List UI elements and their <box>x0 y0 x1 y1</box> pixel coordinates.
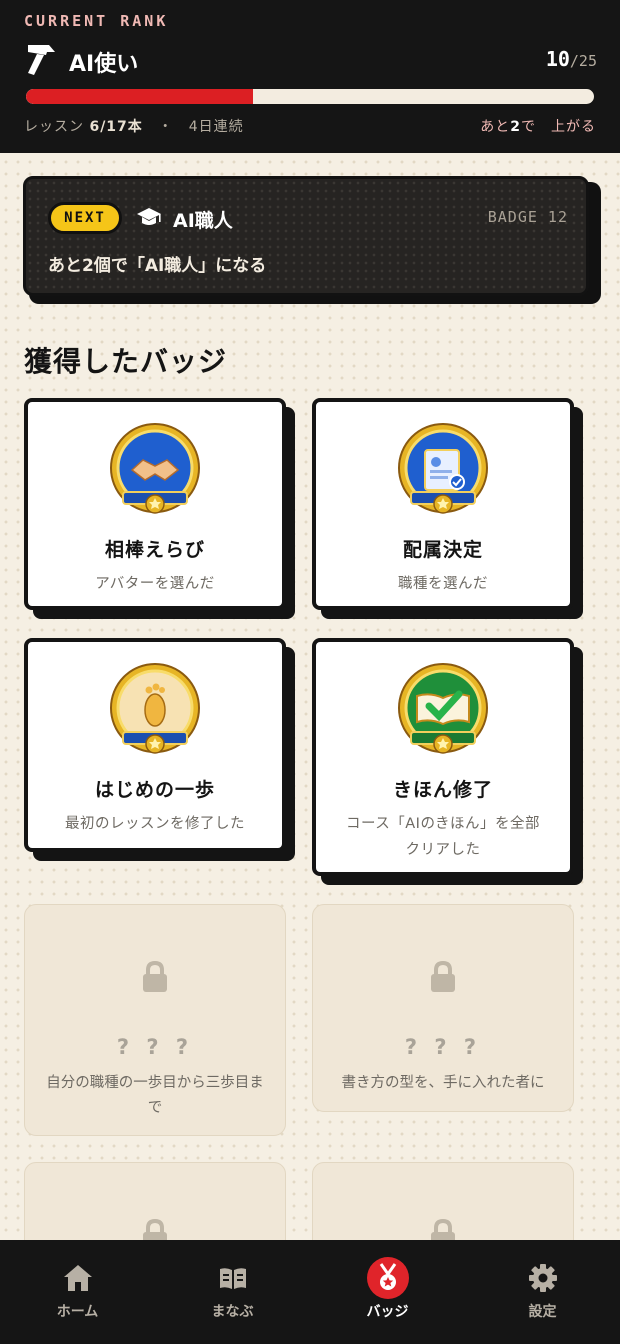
lesson-stats: レッスン 6/17本 ・ 4日連続 <box>24 116 244 136</box>
tab-label: 設定 <box>528 1304 557 1320</box>
badge-description: コース「AIのきほん」を全部クリアした <box>345 816 541 858</box>
bottom-tab-bar: ホーム まなぶ バッジ 設定 <box>0 1240 620 1344</box>
next-description: あと2個で「AI職人」になる <box>48 256 267 276</box>
footprint-medal-icon <box>110 663 200 754</box>
badge-description: 最初のレッスンを修了した <box>65 816 245 832</box>
next-pill: NEXT <box>48 202 122 234</box>
tab-label: バッジ <box>366 1304 409 1320</box>
tab-label: まなぶ <box>211 1304 254 1320</box>
locked-badge-hint: 自分の職種の一歩目から三歩目まで <box>46 1075 264 1116</box>
tab-label: ホーム <box>56 1304 99 1320</box>
streak-value: 4日連続 <box>188 119 244 135</box>
locked-badge-card[interactable]: ? ? ? 書き方の型を、手に入れた者に <box>312 904 574 1112</box>
home-icon <box>63 1265 92 1291</box>
locked-badge-name: ? ? ? <box>116 1035 194 1059</box>
handshake-medal-icon <box>110 423 200 514</box>
remaining-prefix: あと <box>480 119 511 135</box>
book-check-medal-icon <box>398 663 488 754</box>
remaining-suffix: で 上がる <box>521 119 596 135</box>
next-title: AI職人 <box>173 210 233 232</box>
badge-name: きほん修了 <box>392 779 493 801</box>
badge-card[interactable]: 配属決定 職種を選んだ <box>312 398 583 619</box>
lock-icon <box>431 960 455 992</box>
rank-progress-fill <box>26 89 254 104</box>
lessons-value: 6/17本 <box>89 119 143 135</box>
tab-badges[interactable]: バッジ <box>310 1240 465 1344</box>
tab-home[interactable]: ホーム <box>0 1240 155 1344</box>
rank-total: /25 <box>569 52 597 70</box>
badge-card[interactable]: 相棒えらび アバターを選んだ <box>24 398 295 619</box>
badge-description: 職種を選んだ <box>398 576 488 592</box>
tab-learn[interactable]: まなぶ <box>155 1240 310 1344</box>
rank-count: 10/25 <box>546 47 597 71</box>
rank-progress-bar <box>26 89 594 104</box>
rank-header: CURRENT RANK AI使い 10/25 レッスン 6/17本 ・ 4日連… <box>0 0 620 153</box>
gear-icon <box>528 1264 557 1292</box>
badge-card[interactable]: はじめの一歩 最初のレッスンを修了した <box>24 638 295 861</box>
rank-caption: CURRENT RANK <box>24 12 169 30</box>
next-rank-card[interactable]: NEXT AI職人 BADGE 12 あと2個で「AI職人」になる <box>23 176 601 304</box>
locked-badge-card[interactable]: ? ? ? 自分の職種の一歩目から三歩目まで <box>24 904 286 1136</box>
badge-card[interactable]: きほん修了 コース「AIのきほん」を全部クリアした <box>312 638 583 885</box>
tab-settings[interactable]: 設定 <box>465 1240 620 1344</box>
lessons-label: レッスン <box>24 119 84 135</box>
book-icon <box>219 1268 246 1289</box>
badge-name: 配属決定 <box>402 539 483 561</box>
rank-current: 10 <box>545 47 570 71</box>
stats-separator: ・ <box>158 119 174 135</box>
remaining-count: 2 <box>510 119 521 135</box>
locked-badge-hint: 書き方の型を、手に入れた者に <box>341 1075 545 1091</box>
locked-badge-name: ? ? ? <box>404 1035 482 1059</box>
earned-badges-heading: 獲得したバッジ <box>24 345 228 378</box>
badge-name: はじめの一歩 <box>94 779 215 801</box>
graduation-cap-icon <box>137 208 161 225</box>
lock-icon <box>143 960 167 992</box>
badge-name: 相棒えらび <box>104 539 205 561</box>
badge-description: アバターを選んだ <box>95 576 215 592</box>
rank-remaining: あと2で 上がる <box>480 116 596 136</box>
medal-icon <box>366 1257 409 1299</box>
rank-title: AI使い <box>69 52 139 77</box>
id-card-medal-icon <box>398 423 488 514</box>
next-badge-number: BADGE 12 <box>487 208 568 226</box>
hammer-icon <box>28 45 55 75</box>
